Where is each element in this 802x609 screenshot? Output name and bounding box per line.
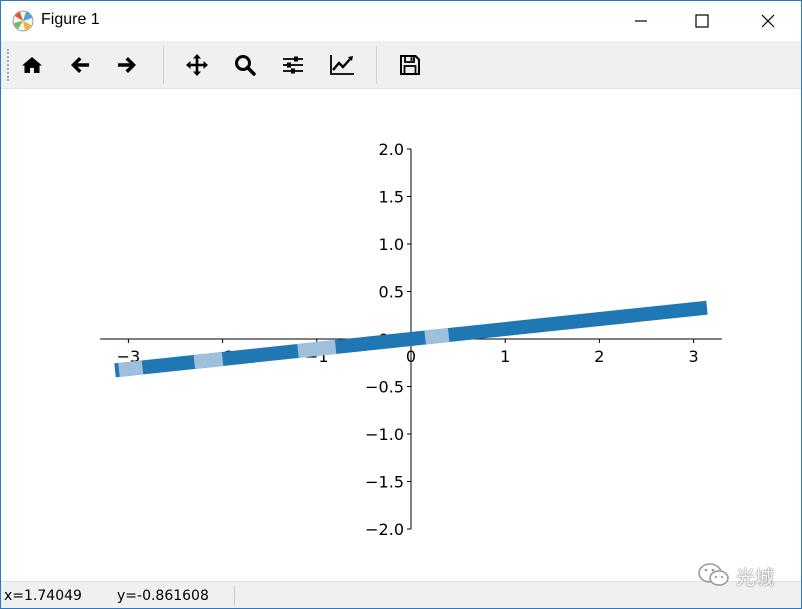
save-floppy-icon: [400, 55, 420, 75]
pan-move-icon: [186, 54, 208, 76]
cursor-x-readout: x=1.74049: [4, 588, 82, 604]
title-bar[interactable]: Figure 1: [1, 1, 801, 41]
data-line-highlight: [297, 340, 337, 358]
close-icon: [761, 14, 775, 28]
matplotlib-app-icon: [12, 10, 34, 32]
pan-button[interactable]: [180, 48, 214, 82]
edit-axes-chart-icon: [330, 55, 354, 75]
navigation-toolbar: [1, 41, 801, 89]
toolbar-separator: [163, 46, 164, 84]
toolbar-grip[interactable]: [7, 49, 11, 81]
maximize-button[interactable]: [679, 1, 725, 41]
back-arrow-icon: [71, 57, 89, 73]
figure-window: Figure 1 −3 −2 −1 0 1 2 3 2.0 1.5 1.0 0.…: [0, 0, 802, 609]
minimize-icon: [635, 20, 647, 22]
home-icon: [22, 57, 42, 73]
y-tick-label: 1.5: [379, 188, 404, 207]
x-tick-label: 2: [594, 347, 604, 366]
customize-button[interactable]: [324, 48, 358, 82]
data-line-highlight: [424, 328, 450, 345]
status-bar: x=1.74049 y=-0.861608: [1, 581, 801, 608]
cursor-y-readout: y=-0.861608: [117, 588, 209, 604]
window-title: Figure 1: [41, 11, 100, 28]
zoom-magnifier-icon: [235, 55, 256, 76]
y-tick-label: 2.0: [379, 140, 404, 159]
zoom-button[interactable]: [228, 48, 262, 82]
data-line-highlight: [193, 351, 224, 369]
watermark: 光城: [696, 561, 796, 591]
wechat-logo-icon: [698, 563, 729, 586]
watermark-text: 光城: [736, 567, 775, 589]
plot-area[interactable]: −3 −2 −1 0 1 2 32.01.51.00.50.0−0.5−1.0−1.5−2.…: [1, 89, 801, 581]
status-separator: [234, 586, 235, 606]
y-tick-label: 0.5: [379, 283, 404, 302]
home-button[interactable]: [15, 48, 49, 82]
y-tick-label: −0.5: [365, 378, 404, 397]
figure-canvas[interactable]: −3 −2 −1 0 1 2 3 2.0 1.5 1.0 0.5 0.0 −0.5 −1.0 −1.5 −2.…: [1, 89, 801, 581]
subplots-sliders-icon: [283, 56, 303, 74]
close-button[interactable]: [745, 1, 791, 41]
y-tick-label: −1.5: [365, 473, 404, 492]
forward-button[interactable]: [110, 48, 144, 82]
maximize-icon: [695, 14, 709, 28]
y-tick-label: −1.0: [365, 425, 404, 444]
back-button[interactable]: [63, 48, 97, 82]
y-tick-label: −2.0: [365, 520, 404, 539]
subplots-button[interactable]: [276, 48, 310, 82]
toolbar-separator: [376, 46, 377, 84]
forward-arrow-icon: [118, 57, 136, 73]
save-button[interactable]: [393, 48, 427, 82]
y-tick-label: 1.0: [379, 235, 404, 254]
x-tick-label: 1: [500, 347, 510, 366]
x-tick-label: 3: [689, 347, 699, 366]
x-tick-label: 0: [406, 347, 416, 366]
data-line-highlight: [118, 360, 144, 377]
minimize-button[interactable]: [618, 1, 664, 41]
